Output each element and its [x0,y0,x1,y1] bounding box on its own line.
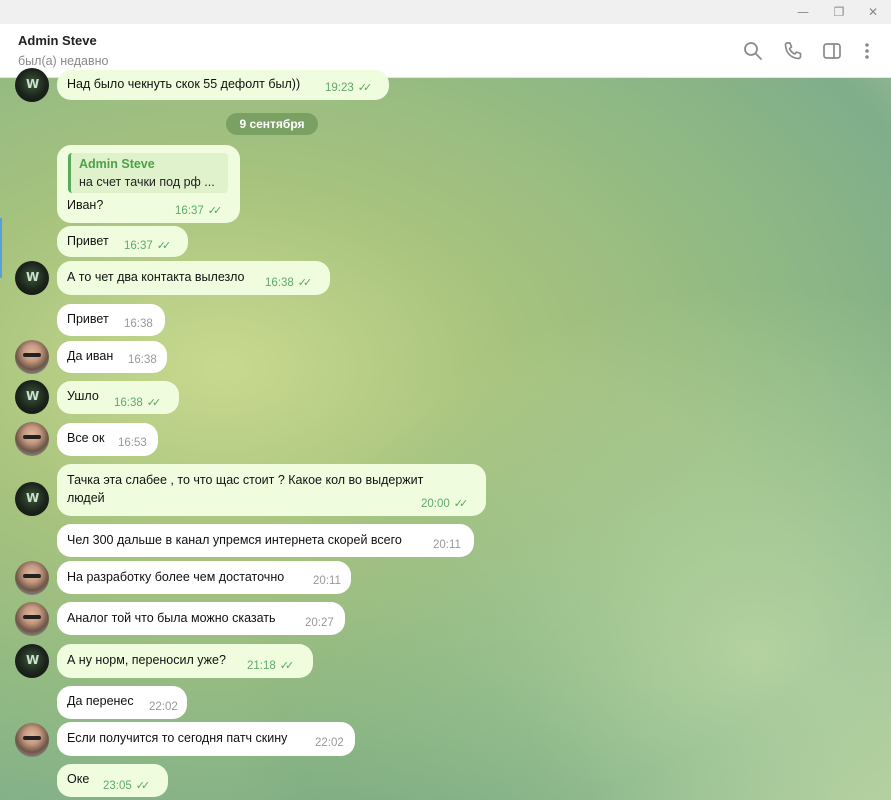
avatar[interactable] [15,482,49,516]
message-text: Все ок [67,431,105,445]
message-time: 20:11 [313,575,341,587]
message-bubble[interactable]: Если получится то сегодня патч скину 22:… [57,722,355,756]
message-text: Над было чекнуть скок 55 дефолт был)) [67,77,301,91]
avatar[interactable] [15,380,49,414]
message-bubble[interactable]: Да перенес 22:02 [57,686,187,719]
message-bubble[interactable]: Привет 16:38 [57,304,165,336]
message-time: 16:37 ✓✓ [175,205,223,217]
message-time: 22:02 [149,701,178,713]
message-text: Да иван [67,349,114,363]
read-ticks-icon: ✓✓ [207,205,223,217]
message-text: А то чет два контакта вылезло [67,270,245,284]
message-time: 21:18 ✓✓ [247,660,295,672]
search-icon[interactable] [742,40,764,62]
message-text: Оке [67,772,90,786]
message-time: 16:38 ✓✓ [114,397,162,409]
sidebar-icon[interactable] [821,40,843,62]
message-time: 20:27 [305,617,334,629]
message-bubble[interactable]: А ну норм, переносил уже? 21:18 ✓✓ [57,644,313,678]
message-text: Привет [67,312,109,326]
message-time: 20:11 [433,539,461,551]
message-time: 16:38 [124,318,153,330]
avatar[interactable] [15,602,49,636]
message-time: 22:02 [315,737,344,749]
message-text: Аналог той что была можно сказать [67,611,276,625]
message-text: А ну норм, переносил уже? [67,653,226,667]
chat-status: был(а) недавно [18,54,109,68]
message-text: Ушло [67,389,99,403]
avatar[interactable] [15,422,49,456]
message-text: Чел 300 дальше в канал упремся интернета… [67,533,402,547]
read-ticks-icon: ✓✓ [453,498,469,510]
more-icon[interactable] [856,40,878,62]
message-time: 16:53 [118,437,147,449]
message-time: 23:05 ✓✓ [103,780,151,792]
avatar[interactable] [15,561,49,595]
read-ticks-icon: ✓✓ [279,660,295,672]
message-time: 19:23 ✓✓ [325,82,373,94]
message-bubble[interactable]: Да иван 16:38 [57,341,167,373]
reply-quote[interactable]: Admin Steve на счет тачки под рф ... [68,153,228,193]
message-text: Иван? [67,198,104,212]
message-bubble[interactable]: Тачка эта слабее , то что щас стоит ? Ка… [57,464,486,516]
message-text: На разработку более чем достаточно [67,570,285,584]
message-text: Привет [67,234,109,248]
message-text: Да перенес [67,694,134,708]
read-ticks-icon: ✓✓ [297,277,313,289]
avatar[interactable] [15,644,49,678]
read-ticks-icon: ✓✓ [135,780,151,792]
message-bubble[interactable]: А то чет два контакта вылезло 16:38 ✓✓ [57,261,330,295]
read-ticks-icon: ✓✓ [156,240,172,252]
window-titlebar: — ❐ ✕ [0,0,891,24]
message-bubble[interactable]: Оке 23:05 ✓✓ [57,764,168,797]
message-text: Тачка эта слабее , то что щас стоит ? Ка… [67,473,424,487]
message-time: 16:37 ✓✓ [124,240,172,252]
message-bubble[interactable]: Чел 300 дальше в канал упремся интернета… [57,524,474,557]
avatar[interactable] [15,340,49,374]
message-text: Если получится то сегодня патч скину [67,731,288,745]
read-ticks-icon: ✓✓ [357,82,373,94]
message-bubble[interactable]: Все ок 16:53 [57,423,158,456]
message-bubble[interactable]: На разработку более чем достаточно 20:11 [57,561,351,594]
scroll-indicator [0,218,2,278]
avatar[interactable] [15,261,49,295]
close-icon[interactable]: ✕ [856,0,890,24]
message-time: 20:00 ✓✓ [421,498,469,510]
message-text: людей [67,491,105,505]
read-ticks-icon: ✓✓ [146,397,162,409]
maximize-icon[interactable]: ❐ [822,0,856,24]
message-time: 16:38 ✓✓ [265,277,313,289]
message-bubble[interactable]: Привет 16:37 ✓✓ [57,226,188,257]
message-time: 16:38 [128,354,157,366]
minimize-icon[interactable]: — [786,0,820,24]
reply-author: Admin Steve [79,157,155,171]
chat-title[interactable]: Admin Steve [18,33,97,48]
avatar[interactable] [15,68,49,102]
phone-icon[interactable] [782,40,804,62]
message-bubble[interactable]: Ушло 16:38 ✓✓ [57,381,179,414]
message-bubble[interactable]: Над было чекнуть скок 55 дефолт был)) 19… [57,70,389,100]
avatar[interactable] [15,723,49,757]
message-bubble[interactable]: Аналог той что была можно сказать 20:27 [57,602,345,635]
date-separator: 9 сентября [226,113,318,135]
reply-text: на счет тачки под рф ... [79,175,215,189]
